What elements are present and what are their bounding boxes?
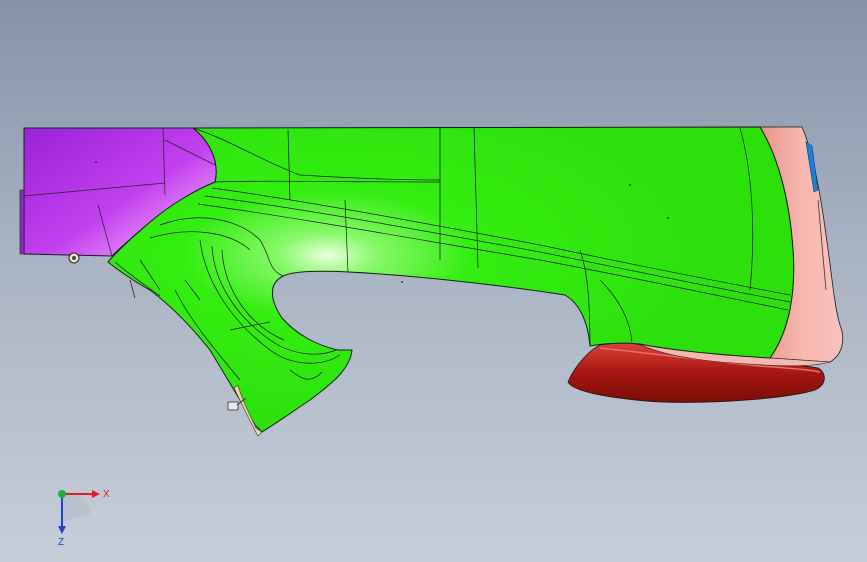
- z-axis-arrow: [58, 526, 66, 534]
- x-axis-arrow: [92, 490, 100, 498]
- grip-clip-icon: [227, 401, 239, 411]
- y-axis-dot: [58, 490, 66, 498]
- cad-model[interactable]: [0, 0, 867, 562]
- cad-viewport[interactable]: X Z: [0, 0, 867, 562]
- x-axis-label: X: [103, 489, 110, 500]
- left-block-edge: [19, 189, 25, 255]
- z-axis-label: Z: [58, 537, 64, 548]
- axis-triad[interactable]: X Z: [44, 482, 124, 552]
